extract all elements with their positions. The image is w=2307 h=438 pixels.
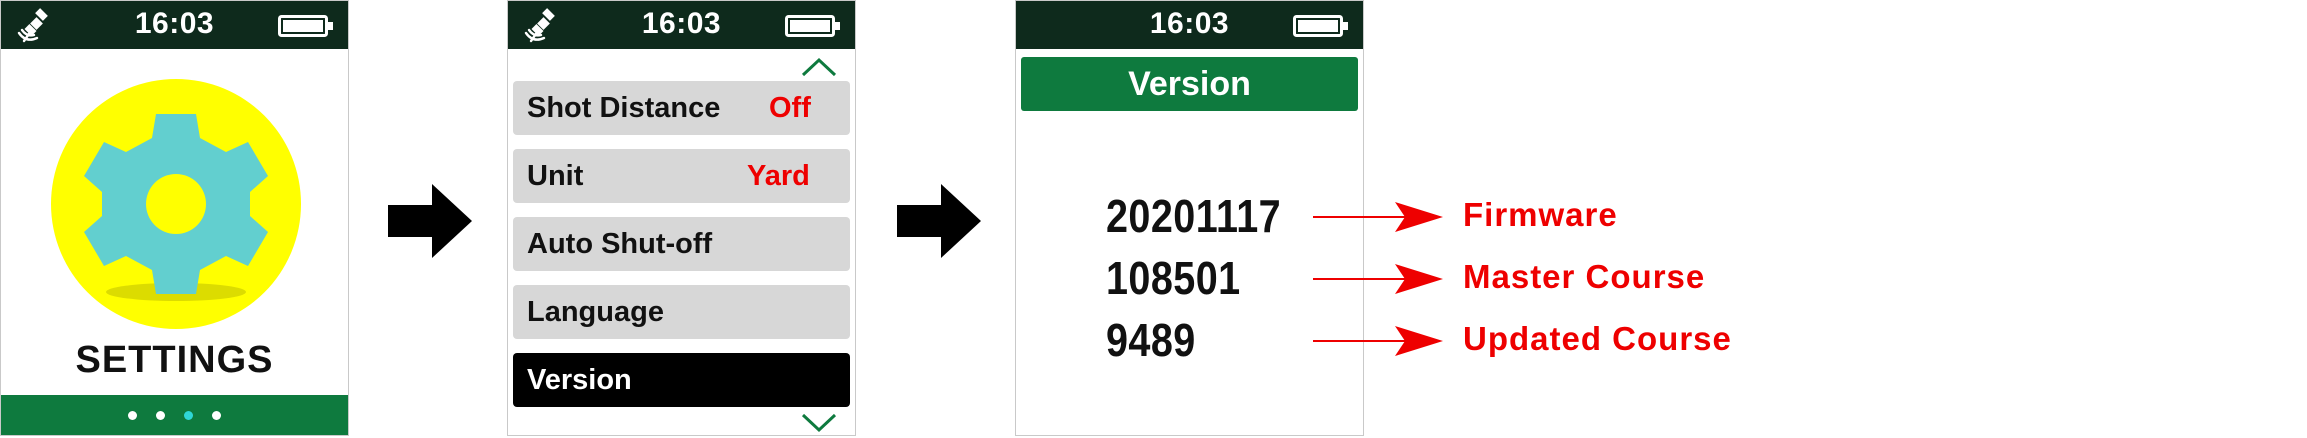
page-dot-2[interactable] xyxy=(156,410,165,420)
chevron-up-icon[interactable] xyxy=(801,57,837,77)
version-screen: 16:03 Version 20201117 108501 9489 xyxy=(1015,0,1364,436)
menu-item-language[interactable]: Language xyxy=(513,285,850,339)
settings-menu-screen: 16:03 Shot Distance Off Unit Yard Auto S… xyxy=(507,0,856,436)
settings-title: SETTINGS xyxy=(75,339,274,381)
firmware-label: Firmware xyxy=(1463,196,1618,233)
settings-icon-circle[interactable] xyxy=(51,79,301,329)
page-dot-4[interactable] xyxy=(212,410,221,420)
status-bar: 16:03 xyxy=(1016,1,1363,49)
master-course-number: 108501 xyxy=(1106,252,1241,304)
menu-item-auto-shut-off[interactable]: Auto Shut-off xyxy=(513,217,850,271)
master-course-label: Master Course xyxy=(1463,258,1706,295)
right-arrow-icon xyxy=(897,184,981,258)
updated-course-number: 9489 xyxy=(1106,314,1196,366)
firmware-version-number: 20201117 xyxy=(1106,190,1282,242)
annotation-arrow-icon xyxy=(1313,326,1443,356)
battery-icon xyxy=(1293,15,1348,37)
status-bar: 16:03 xyxy=(1,1,348,49)
menu-item-value: Off xyxy=(769,91,811,124)
gear-icon xyxy=(84,114,268,301)
updated-course-label: Updated Course xyxy=(1463,320,1732,357)
battery-icon xyxy=(278,15,333,37)
page-indicator[interactable] xyxy=(1,395,348,435)
menu-item-shot-distance[interactable]: Shot Distance Off xyxy=(513,81,850,135)
menu-item-label: Language xyxy=(527,295,664,328)
battery-icon xyxy=(785,15,840,37)
menu-item-label: Unit xyxy=(527,159,584,192)
menu-item-unit[interactable]: Unit Yard xyxy=(513,149,850,203)
right-arrow-icon xyxy=(388,184,472,258)
menu-item-label: Auto Shut-off xyxy=(527,227,713,260)
page-dot-3-active[interactable] xyxy=(184,410,193,420)
page-dot-1[interactable] xyxy=(128,410,137,420)
menu-item-label: Shot Distance xyxy=(527,91,721,124)
annotation-arrow-icon xyxy=(1313,264,1443,294)
menu-item-value: Yard xyxy=(747,159,810,192)
menu-item-version[interactable]: Version xyxy=(513,353,850,407)
settings-screen: 16:03 SETTINGS xyxy=(0,0,349,436)
menu-item-label: Version xyxy=(527,363,632,396)
chevron-down-icon[interactable] xyxy=(801,413,837,433)
version-header: Version xyxy=(1021,57,1358,111)
annotation-arrow-icon xyxy=(1313,202,1443,232)
status-bar: 16:03 xyxy=(508,1,855,49)
